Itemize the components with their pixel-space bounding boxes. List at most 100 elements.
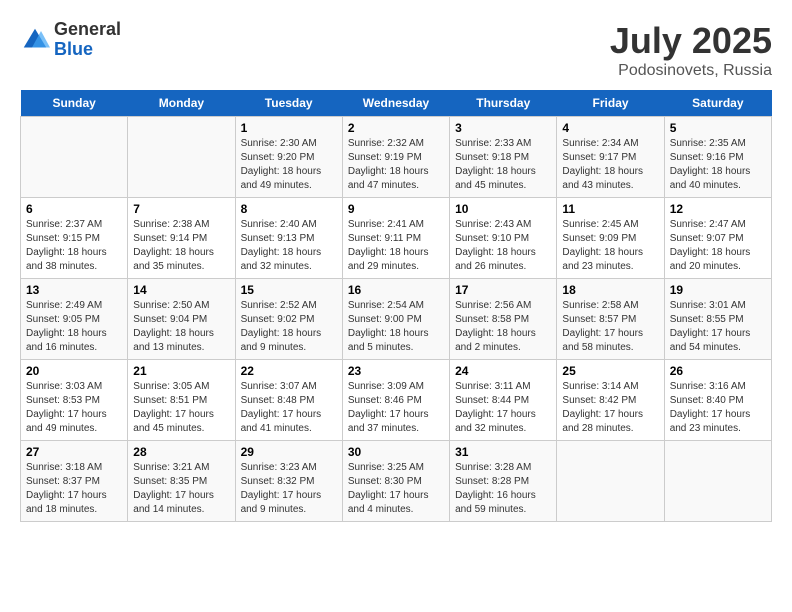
day-info: Sunrise: 2:43 AM Sunset: 9:10 PM Dayligh… [455,218,551,274]
day-number: 26 [670,364,766,378]
day-info: Sunrise: 2:52 AM Sunset: 9:02 PM Dayligh… [241,299,337,355]
day-info: Sunrise: 3:16 AM Sunset: 8:40 PM Dayligh… [670,380,766,436]
title-block: July 2025 Podosinovets, Russia [610,20,772,80]
calendar-cell [128,117,235,198]
day-number: 2 [348,121,444,135]
header-row: SundayMondayTuesdayWednesdayThursdayFrid… [21,90,772,117]
day-info: Sunrise: 3:21 AM Sunset: 8:35 PM Dayligh… [133,461,229,517]
calendar-cell: 31 Sunrise: 3:28 AM Sunset: 8:28 PM Dayli… [450,441,557,522]
day-info: Sunrise: 3:03 AM Sunset: 8:53 PM Dayligh… [26,380,122,436]
calendar-cell: 22 Sunrise: 3:07 AM Sunset: 8:48 PM Dayli… [235,360,342,441]
calendar-cell: 24Sunrise: 3:11 AM Sunset: 8:44 PM Dayli… [450,360,557,441]
day-info: Sunrise: 2:38 AM Sunset: 9:14 PM Dayligh… [133,218,229,274]
logo-text: General Blue [54,20,121,60]
day-info: Sunrise: 2:37 AM Sunset: 9:15 PM Dayligh… [26,218,122,274]
day-number: 28 [133,445,229,459]
day-header-friday: Friday [557,90,664,117]
calendar-cell: 25 Sunrise: 3:14 AM Sunset: 8:42 PM Dayli… [557,360,664,441]
calendar-cell: 20Sunrise: 3:03 AM Sunset: 8:53 PM Dayli… [21,360,128,441]
week-row-1: 1 Sunrise: 2:30 AM Sunset: 9:20 PM Daylig… [21,117,772,198]
month-title: July 2025 [610,20,772,62]
day-info: Sunrise: 2:30 AM Sunset: 9:20 PM Dayligh… [241,137,337,193]
day-info: Sunrise: 3:01 AM Sunset: 8:55 PM Dayligh… [670,299,766,355]
day-number: 31 [455,445,551,459]
day-info: Sunrise: 2:35 AM Sunset: 9:16 PM Dayligh… [670,137,766,193]
day-info: Sunrise: 2:34 AM Sunset: 9:17 PM Dayligh… [562,137,658,193]
logo-general: General [54,20,121,40]
calendar-cell: 10 Sunrise: 2:43 AM Sunset: 9:10 PM Dayli… [450,198,557,279]
day-info: Sunrise: 3:05 AM Sunset: 8:51 PM Dayligh… [133,380,229,436]
day-info: Sunrise: 2:56 AM Sunset: 8:58 PM Dayligh… [455,299,551,355]
day-number: 10 [455,202,551,216]
calendar-cell: 4Sunrise: 2:34 AM Sunset: 9:17 PM Daylig… [557,117,664,198]
page-header: General Blue July 2025 Podosinovets, Rus… [20,20,772,80]
day-number: 11 [562,202,658,216]
day-info: Sunrise: 3:11 AM Sunset: 8:44 PM Dayligh… [455,380,551,436]
logo-icon [20,25,50,55]
calendar-cell: 12 Sunrise: 2:47 AM Sunset: 9:07 PM Dayli… [664,198,771,279]
calendar-cell [664,441,771,522]
day-info: Sunrise: 2:47 AM Sunset: 9:07 PM Dayligh… [670,218,766,274]
calendar-cell: 21 Sunrise: 3:05 AM Sunset: 8:51 PM Dayli… [128,360,235,441]
calendar-cell: 1 Sunrise: 2:30 AM Sunset: 9:20 PM Daylig… [235,117,342,198]
calendar-table: SundayMondayTuesdayWednesdayThursdayFrid… [20,90,772,522]
day-info: Sunrise: 2:58 AM Sunset: 8:57 PM Dayligh… [562,299,658,355]
location: Podosinovets, Russia [610,62,772,80]
calendar-cell [557,441,664,522]
calendar-cell: 23 Sunrise: 3:09 AM Sunset: 8:46 PM Dayli… [342,360,449,441]
day-number: 8 [241,202,337,216]
day-number: 25 [562,364,658,378]
day-number: 27 [26,445,122,459]
calendar-cell: 2 Sunrise: 2:32 AM Sunset: 9:19 PM Daylig… [342,117,449,198]
day-header-saturday: Saturday [664,90,771,117]
day-info: Sunrise: 3:14 AM Sunset: 8:42 PM Dayligh… [562,380,658,436]
day-header-sunday: Sunday [21,90,128,117]
day-number: 7 [133,202,229,216]
day-number: 21 [133,364,229,378]
day-number: 17 [455,283,551,297]
day-info: Sunrise: 3:28 AM Sunset: 8:28 PM Dayligh… [455,461,551,517]
calendar-cell: 27Sunrise: 3:18 AM Sunset: 8:37 PM Dayli… [21,441,128,522]
day-info: Sunrise: 3:07 AM Sunset: 8:48 PM Dayligh… [241,380,337,436]
calendar-cell: 30 Sunrise: 3:25 AM Sunset: 8:30 PM Dayli… [342,441,449,522]
day-number: 18 [562,283,658,297]
day-number: 16 [348,283,444,297]
calendar-cell: 8 Sunrise: 2:40 AM Sunset: 9:13 PM Daylig… [235,198,342,279]
logo: General Blue [20,20,121,60]
calendar-cell: 17 Sunrise: 2:56 AM Sunset: 8:58 PM Dayli… [450,279,557,360]
day-number: 23 [348,364,444,378]
calendar-cell: 18 Sunrise: 2:58 AM Sunset: 8:57 PM Dayli… [557,279,664,360]
week-row-2: 6Sunrise: 2:37 AM Sunset: 9:15 PM Daylig… [21,198,772,279]
week-row-4: 20Sunrise: 3:03 AM Sunset: 8:53 PM Dayli… [21,360,772,441]
day-number: 12 [670,202,766,216]
day-number: 22 [241,364,337,378]
calendar-cell: 7 Sunrise: 2:38 AM Sunset: 9:14 PM Daylig… [128,198,235,279]
calendar-cell: 5Sunrise: 2:35 AM Sunset: 9:16 PM Daylig… [664,117,771,198]
day-info: Sunrise: 2:45 AM Sunset: 9:09 PM Dayligh… [562,218,658,274]
calendar-cell: 16 Sunrise: 2:54 AM Sunset: 9:00 PM Dayli… [342,279,449,360]
day-info: Sunrise: 2:32 AM Sunset: 9:19 PM Dayligh… [348,137,444,193]
day-info: Sunrise: 3:09 AM Sunset: 8:46 PM Dayligh… [348,380,444,436]
calendar-cell: 26 Sunrise: 3:16 AM Sunset: 8:40 PM Dayli… [664,360,771,441]
day-number: 14 [133,283,229,297]
day-info: Sunrise: 2:33 AM Sunset: 9:18 PM Dayligh… [455,137,551,193]
calendar-cell: 28 Sunrise: 3:21 AM Sunset: 8:35 PM Dayli… [128,441,235,522]
day-info: Sunrise: 2:41 AM Sunset: 9:11 PM Dayligh… [348,218,444,274]
day-info: Sunrise: 2:54 AM Sunset: 9:00 PM Dayligh… [348,299,444,355]
week-row-5: 27Sunrise: 3:18 AM Sunset: 8:37 PM Dayli… [21,441,772,522]
day-number: 15 [241,283,337,297]
day-number: 30 [348,445,444,459]
day-number: 3 [455,121,551,135]
day-header-monday: Monday [128,90,235,117]
week-row-3: 13Sunrise: 2:49 AM Sunset: 9:05 PM Dayli… [21,279,772,360]
day-info: Sunrise: 3:25 AM Sunset: 8:30 PM Dayligh… [348,461,444,517]
calendar-cell: 15 Sunrise: 2:52 AM Sunset: 9:02 PM Dayli… [235,279,342,360]
day-header-tuesday: Tuesday [235,90,342,117]
day-number: 1 [241,121,337,135]
day-header-thursday: Thursday [450,90,557,117]
calendar-cell [21,117,128,198]
day-info: Sunrise: 2:40 AM Sunset: 9:13 PM Dayligh… [241,218,337,274]
day-info: Sunrise: 2:49 AM Sunset: 9:05 PM Dayligh… [26,299,122,355]
calendar-cell: 14Sunrise: 2:50 AM Sunset: 9:04 PM Dayli… [128,279,235,360]
calendar-cell: 19Sunrise: 3:01 AM Sunset: 8:55 PM Dayli… [664,279,771,360]
